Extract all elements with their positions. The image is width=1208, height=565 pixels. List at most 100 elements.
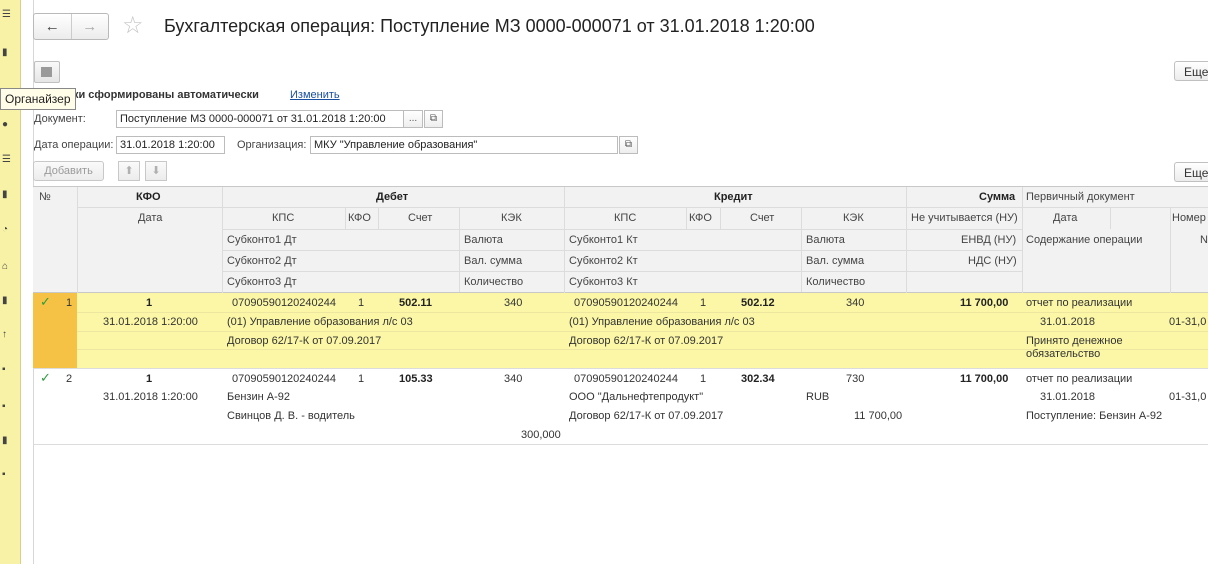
row-content-2: обязательство [1026, 348, 1101, 360]
row-dt-kfo: 1 [358, 373, 365, 385]
col-kt-kek[interactable]: КЭК [843, 212, 864, 225]
row-kt-kfo: 1 [700, 297, 707, 309]
col-dt-cur-sum[interactable]: Вал. сумма [464, 255, 522, 268]
organization-field[interactable]: МКУ "Управление образования" [310, 136, 618, 154]
add-button[interactable]: Добавить [33, 161, 104, 181]
col-sum[interactable]: Сумма [979, 191, 1015, 204]
sidebar-icon-4[interactable]: ▮ [2, 190, 10, 200]
col-sub1-dt[interactable]: Субконто1 Дт [227, 234, 297, 247]
col-dt-kek[interactable]: КЭК [501, 212, 522, 225]
row-dt-account: 502.11 [399, 297, 433, 309]
row-kfo: 1 [146, 373, 153, 385]
row-dt-sub2: Свинцов Д. В. - водитель [227, 410, 355, 422]
row-kt-currency: RUB [806, 391, 830, 403]
col-not-counted[interactable]: Не учитывается (НУ) [911, 212, 1018, 225]
row-date: 31.01.2018 1:20:00 [103, 391, 198, 403]
row-pd-doc: отчет по реализации [1026, 297, 1133, 309]
col-dt-kfo[interactable]: КФО [348, 212, 371, 225]
row-num: 1 [66, 297, 73, 309]
col-kt-account[interactable]: Счет [750, 212, 774, 225]
col-kfo[interactable]: КФО [136, 191, 161, 204]
date-field[interactable]: 31.01.2018 1:20:00 [116, 136, 225, 154]
row-kt-kps: 07090590120240244 [574, 297, 679, 309]
row-dt-quantity: 300,000 [521, 429, 561, 441]
sidebar-icon-5[interactable]: ◔ [2, 225, 10, 235]
sidebar-icon-12[interactable]: ▪ [2, 470, 10, 480]
document-field[interactable]: Поступление МЗ 0000-000071 от 31.01.2018… [116, 110, 404, 128]
col-sub2-kt[interactable]: Субконто2 Кт [569, 255, 638, 268]
col-n[interactable]: N [1200, 234, 1208, 247]
col-dt-currency[interactable]: Валюта [464, 234, 503, 247]
row-content: Принято денежное [1026, 335, 1123, 347]
col-kt-kps[interactable]: КПС [614, 212, 636, 225]
posted-check-icon: ✓ [40, 294, 51, 309]
stop-button[interactable] [34, 61, 60, 83]
col-kt-currency[interactable]: Валюта [806, 234, 845, 247]
row-dt-account: 105.33 [399, 373, 433, 385]
posted-check-icon: ✓ [40, 370, 51, 385]
col-primary-doc[interactable]: Первичный документ [1026, 191, 1135, 204]
row-content: Поступление: Бензин А-92 [1026, 410, 1163, 422]
back-icon[interactable]: ← [34, 14, 71, 39]
sidebar-icon-1[interactable]: ▮ [2, 48, 10, 58]
col-dt-kps[interactable]: КПС [272, 212, 294, 225]
col-date[interactable]: Дата [138, 212, 162, 225]
col-sub2-dt[interactable]: Субконто2 Дт [227, 255, 297, 268]
col-kt-cur-sum[interactable]: Вал. сумма [806, 255, 864, 268]
col-credit[interactable]: Кредит [714, 191, 753, 204]
sidebar-icon-11[interactable]: ▮ [2, 436, 10, 446]
forward-icon[interactable]: → [70, 14, 109, 39]
row-dt-kps: 07090590120240244 [232, 297, 337, 309]
sidebar-icon-7[interactable]: ▮ [2, 296, 10, 306]
organization-open-icon[interactable]: ⧉ [619, 136, 638, 154]
sidebar-icon-3[interactable]: ☰ [2, 155, 11, 165]
row-dt-sub1: Бензин А-92 [227, 391, 290, 403]
col-vat[interactable]: НДС (НУ) [968, 255, 1017, 268]
row-kt-sub2: Договор 62/17-К от 07.09.2017 [569, 335, 724, 347]
row-dt-kps: 07090590120240244 [232, 373, 337, 385]
page-title: Бухгалтерская операция: Поступление МЗ 0… [164, 16, 815, 36]
move-up-icon[interactable]: ⬆ [118, 161, 140, 181]
row-kfo: 1 [146, 297, 153, 309]
row-sum: 11 700,00 [960, 297, 1009, 309]
col-pd-number[interactable]: Номер [1172, 212, 1206, 225]
sidebar-icon-10[interactable]: ▪ [2, 402, 10, 412]
menu-icon[interactable]: ☰ [2, 10, 11, 20]
row-kt-account: 302.34 [741, 373, 775, 385]
col-dt-account[interactable]: Счет [408, 212, 432, 225]
col-debit[interactable]: Дебет [376, 191, 408, 204]
row-dt-kek: 340 [504, 373, 523, 385]
sidebar-icon-2[interactable]: ● [2, 120, 10, 130]
row-dt-sub1: (01) Управление образования л/с 03 [227, 316, 413, 328]
document-select-button[interactable]: ... [403, 110, 423, 128]
col-op-content[interactable]: Содержание операции [1026, 234, 1142, 247]
change-link[interactable]: Изменить [290, 89, 340, 101]
col-sub3-dt[interactable]: Субконто3 Дт [227, 276, 297, 289]
col-num[interactable]: № [39, 191, 51, 204]
row-kt-kek: 340 [846, 297, 865, 309]
col-kt-quantity[interactable]: Количество [806, 276, 865, 289]
navigation-buttons: ← → [33, 13, 109, 40]
document-open-icon[interactable]: ⧉ [424, 110, 443, 128]
sidebar-icon-8[interactable]: ↑ [2, 330, 10, 340]
col-envd[interactable]: ЕНВД (НУ) [961, 234, 1016, 247]
more-button-table[interactable]: Еще [1174, 162, 1208, 182]
organization-label: Организация: [237, 139, 307, 151]
col-dt-quantity[interactable]: Количество [464, 276, 523, 289]
move-down-icon[interactable]: ⬇ [145, 161, 167, 181]
col-kt-kfo[interactable]: КФО [689, 212, 712, 225]
row-num: 2 [66, 373, 73, 385]
row-pd-doc: отчет по реализации [1026, 373, 1133, 385]
more-button-top[interactable]: Еще [1174, 61, 1208, 81]
sidebar-icon-9[interactable]: ▪ [2, 365, 10, 375]
row-kt-kek: 730 [846, 373, 865, 385]
row-kt-sub1: ООО "Дальнефтепродукт" [569, 391, 704, 403]
sidebar-icon-6[interactable]: ⌂ [2, 262, 10, 272]
organizer-tooltip: Органайзер [0, 88, 76, 110]
col-sub3-kt[interactable]: Субконто3 Кт [569, 276, 638, 289]
row-dt-kfo: 1 [358, 297, 365, 309]
row-kt-kfo: 1 [700, 373, 707, 385]
col-pd-date[interactable]: Дата [1053, 212, 1077, 225]
favorite-star-icon[interactable]: ☆ [122, 12, 144, 40]
col-sub1-kt[interactable]: Субконто1 Кт [569, 234, 638, 247]
